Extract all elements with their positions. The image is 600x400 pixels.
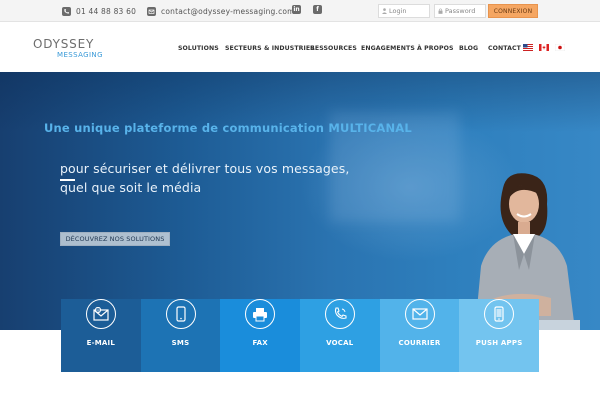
- envelope-icon: [404, 299, 435, 329]
- page: 01 44 88 83 60 contact@odyssey-messaging…: [0, 0, 600, 400]
- channel-courrier-label: COURRIER: [398, 339, 441, 347]
- canada-flag-icon[interactable]: [539, 44, 549, 51]
- nav-solutions[interactable]: SOLUTIONS: [178, 45, 219, 52]
- login-field[interactable]: Login: [378, 4, 430, 18]
- logo[interactable]: ODYSSEY: [33, 37, 94, 51]
- channel-email-label: E-MAIL: [86, 339, 115, 347]
- nav-a-propos[interactable]: À PROPOS: [417, 45, 454, 52]
- password-field[interactable]: Password: [434, 4, 486, 18]
- smartphone-icon: [484, 299, 515, 329]
- password-placeholder: Password: [445, 7, 476, 15]
- mobile-icon: [165, 299, 196, 329]
- hero-underline: [60, 179, 75, 181]
- phone-number: 01 44 88 83 60: [76, 6, 137, 16]
- channel-email[interactable]: @ E-MAIL: [61, 299, 141, 372]
- logo-subtitle: MESSAGING: [57, 51, 103, 59]
- channel-vocal-label: VOCAL: [326, 339, 354, 347]
- nav-ressources[interactable]: RESSOURCES: [310, 45, 357, 52]
- login-placeholder: Login: [389, 7, 407, 15]
- email-address: contact@odyssey-messaging.com: [161, 6, 295, 16]
- mail-icon: [147, 6, 156, 16]
- japan-flag-icon[interactable]: [555, 44, 565, 51]
- nav-engagements[interactable]: ENGAGEMENTS: [361, 45, 415, 52]
- channel-vocal[interactable]: VOCAL: [299, 299, 380, 372]
- hero-subtitle-line2: quel que soit le média: [60, 180, 202, 195]
- channel-sms-label: SMS: [171, 339, 190, 347]
- hero-subtitle-line1: pour sécuriser et délivrer tous vos mess…: [60, 161, 350, 176]
- nav-contact[interactable]: CONTACT: [488, 45, 521, 52]
- email-contact[interactable]: contact@odyssey-messaging.com: [147, 5, 295, 17]
- us-flag-icon[interactable]: [523, 44, 533, 51]
- hero-banner: Une unique plateforme de communication M…: [0, 72, 600, 330]
- phone-icon: [324, 299, 355, 329]
- nav-secteurs-industries[interactable]: SECTEURS & INDUSTRIES: [225, 45, 315, 52]
- fax-icon: [245, 299, 276, 329]
- hero-title: Une unique plateforme de communication M…: [44, 121, 412, 135]
- channel-sms[interactable]: SMS: [140, 299, 221, 372]
- phone-contact[interactable]: 01 44 88 83 60: [62, 5, 136, 17]
- linkedin-icon[interactable]: in: [292, 5, 301, 14]
- svg-text:@: @: [96, 308, 100, 313]
- nav-blog[interactable]: BLOG: [459, 45, 478, 52]
- user-icon: [382, 8, 387, 14]
- phone-icon: [62, 6, 71, 16]
- discover-solutions-button[interactable]: DÉCOUVREZ NOS SOLUTIONS: [60, 232, 170, 246]
- connexion-button[interactable]: CONNEXION: [488, 4, 538, 18]
- channel-fax-label: FAX: [252, 339, 268, 347]
- channel-tiles: @ E-MAIL SMS FAX VOCAL COURRIER PUSH APP…: [61, 299, 539, 372]
- lock-icon: [438, 8, 443, 14]
- email-icon: @: [86, 299, 116, 329]
- facebook-icon[interactable]: f: [313, 5, 322, 14]
- channel-fax[interactable]: FAX: [220, 299, 300, 372]
- channel-push-apps-label: PUSH APPS: [475, 339, 523, 347]
- top-bar: 01 44 88 83 60 contact@odyssey-messaging…: [0, 0, 600, 22]
- channel-push-apps[interactable]: PUSH APPS: [459, 299, 539, 372]
- channel-courrier[interactable]: COURRIER: [379, 299, 460, 372]
